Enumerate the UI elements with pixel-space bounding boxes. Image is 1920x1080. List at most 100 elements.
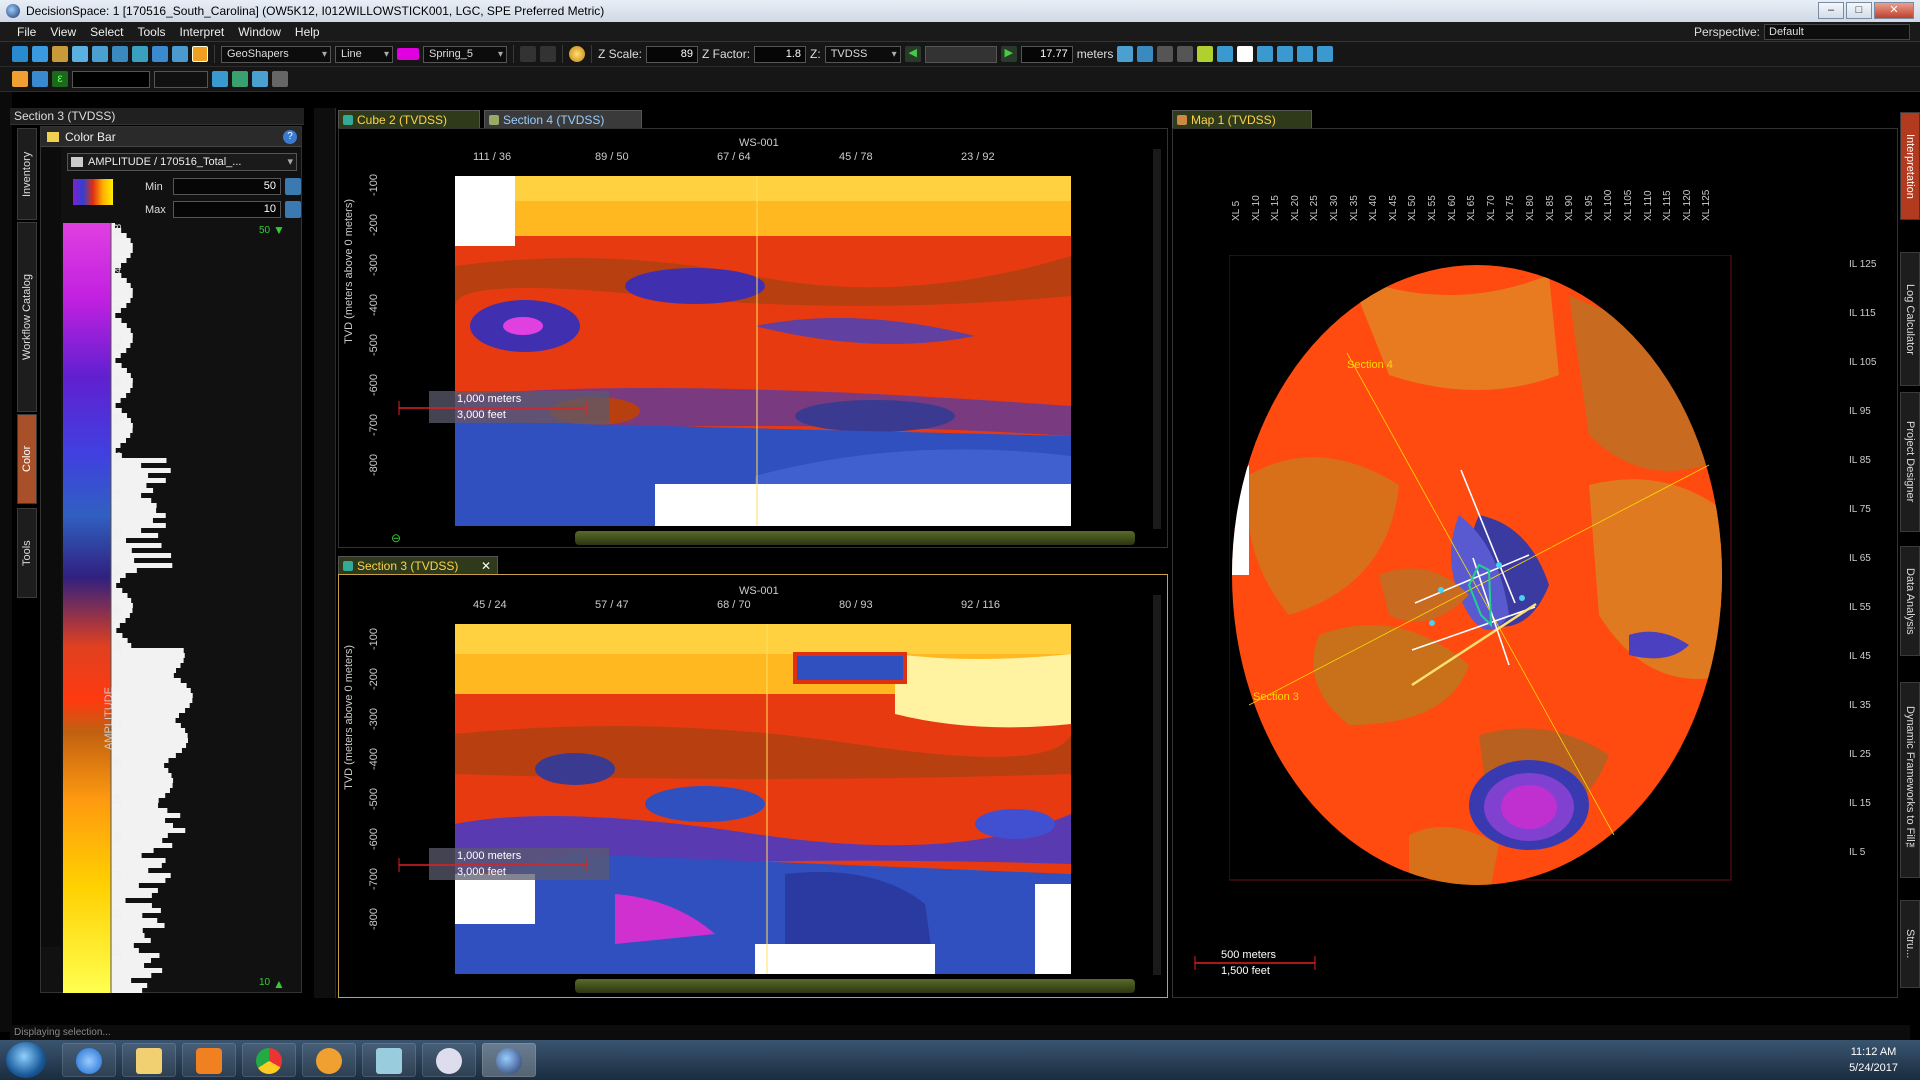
menu-tools[interactable]: Tools xyxy=(131,25,173,39)
tab-inventory[interactable]: Inventory xyxy=(17,128,37,220)
colorbar-header: Color Bar ? xyxy=(41,127,301,147)
tab-section3[interactable]: Section 3 (TVDSS) ✕ xyxy=(338,556,498,574)
spring-select[interactable]: Spring_5 xyxy=(423,45,507,63)
help-icon[interactable]: ? xyxy=(283,130,297,144)
zfactor-input[interactable]: 1.8 xyxy=(754,45,807,63)
close-button[interactable]: ✕ xyxy=(1874,2,1914,19)
tab-workflow-catalog[interactable]: Workflow Catalog xyxy=(17,222,37,412)
play-forward-icon[interactable]: ▶ xyxy=(1000,46,1017,62)
slider-track[interactable] xyxy=(924,45,997,63)
tab-map1[interactable]: Map 1 (TVDSS) xyxy=(1172,110,1312,128)
tab-project-designer[interactable]: Project Designer xyxy=(1900,392,1920,532)
mail-icon[interactable] xyxy=(172,46,188,62)
zoom-out-icon[interactable]: ⊖ xyxy=(391,531,401,545)
tab-dynamic-frameworks[interactable]: Dynamic Frameworks to Fill™ xyxy=(1900,682,1920,878)
grid-icon[interactable] xyxy=(1317,46,1334,62)
taskbar-media[interactable] xyxy=(182,1043,236,1077)
zoom-icon[interactable] xyxy=(112,46,128,62)
bottom-vscroll[interactable] xyxy=(1153,595,1161,975)
tab-data-analysis[interactable]: Data Analysis xyxy=(1900,546,1920,656)
top-marker-icon[interactable]: ▼ xyxy=(273,223,285,237)
sun-icon[interactable] xyxy=(569,46,585,62)
top-vscroll[interactable] xyxy=(1153,149,1161,529)
tab-color[interactable]: Color xyxy=(17,414,37,504)
redo-icon[interactable] xyxy=(540,46,556,62)
cascade-icon[interactable] xyxy=(1257,46,1274,62)
menu-window[interactable]: Window xyxy=(231,25,288,39)
tab-cube2[interactable]: Cube 2 (TVDSS) xyxy=(338,110,480,128)
taskbar-chrome[interactable] xyxy=(242,1043,296,1077)
section4-view[interactable]: WS-001 111 / 36 89 / 50 67 / 64 45 / 78 23 /… xyxy=(338,128,1168,548)
geoshapers-select[interactable]: GeoShapers xyxy=(221,45,331,63)
axis-icon[interactable] xyxy=(232,71,248,87)
flag-icon[interactable] xyxy=(1177,46,1194,62)
bookmark-icon[interactable] xyxy=(1157,46,1174,62)
layout-icon[interactable] xyxy=(132,46,148,62)
document-icon[interactable] xyxy=(1237,46,1254,62)
taskbar-app6[interactable] xyxy=(362,1043,416,1077)
taskbar-ie[interactable] xyxy=(62,1043,116,1077)
close-tab-icon[interactable]: ✕ xyxy=(481,557,491,575)
color-swatch[interactable] xyxy=(397,48,419,60)
max-reset-icon[interactable] xyxy=(285,201,301,218)
tab-log-calculator[interactable]: Log Calculator xyxy=(1900,252,1920,386)
tile-icon[interactable] xyxy=(1277,46,1294,62)
tool-icon[interactable] xyxy=(1197,46,1214,62)
open-icon[interactable] xyxy=(32,46,48,62)
attribute-select[interactable]: AMPLITUDE / 170516_Total_... ▾ xyxy=(67,153,297,171)
pan-icon[interactable] xyxy=(92,46,108,62)
list-icon[interactable] xyxy=(272,71,288,87)
range-slider[interactable] xyxy=(154,70,208,88)
line-select[interactable]: Line xyxy=(335,45,393,63)
minimize-button[interactable]: – xyxy=(1818,2,1844,19)
epsilon-icon[interactable]: ε xyxy=(52,71,68,87)
z-domain-select[interactable]: TVDSS xyxy=(824,45,901,63)
bottom-marker-icon[interactable]: ▲ xyxy=(273,977,285,991)
distance-input[interactable]: 17.77 xyxy=(1020,45,1073,63)
link-icon[interactable] xyxy=(1217,46,1234,62)
measure-icon[interactable] xyxy=(32,71,48,87)
min-reset-icon[interactable] xyxy=(285,178,301,195)
taskbar-paint[interactable] xyxy=(422,1043,476,1077)
menu-interpret[interactable]: Interpret xyxy=(173,25,232,39)
new-icon[interactable] xyxy=(12,46,28,62)
menu-view[interactable]: View xyxy=(43,25,83,39)
perspective-select[interactable]: Default xyxy=(1764,24,1910,40)
top-hscroll[interactable] xyxy=(575,531,1135,545)
pencil-icon[interactable] xyxy=(192,46,208,62)
taskbar-explorer[interactable] xyxy=(122,1043,176,1077)
nav-icon[interactable] xyxy=(1137,46,1154,62)
view-icon[interactable] xyxy=(72,46,88,62)
undo-icon[interactable] xyxy=(520,46,536,62)
menu-file[interactable]: File xyxy=(10,25,43,39)
clock[interactable]: 11:12 AM 5/24/2017 xyxy=(1849,1044,1898,1076)
menu-select[interactable]: Select xyxy=(83,25,130,39)
taskbar-app5[interactable] xyxy=(302,1043,356,1077)
media-icon xyxy=(196,1048,222,1074)
home-icon[interactable] xyxy=(1117,46,1134,62)
taskbar-decisionspace[interactable] xyxy=(482,1043,536,1077)
crosshair-icon[interactable] xyxy=(212,71,228,87)
section3-view[interactable]: WS-001 45 / 24 57 / 47 68 / 70 80 / 93 92 / … xyxy=(338,574,1168,998)
maximize-button[interactable]: □ xyxy=(1846,2,1872,19)
pick-icon[interactable] xyxy=(12,71,28,87)
window-icon[interactable] xyxy=(152,46,168,62)
value-input[interactable] xyxy=(72,70,150,88)
tab-tools[interactable]: Tools xyxy=(17,508,37,598)
colormap-swatch-icon[interactable] xyxy=(73,179,113,205)
play-back-icon[interactable]: ◀ xyxy=(904,46,921,62)
chart-icon[interactable] xyxy=(252,71,268,87)
min-input[interactable]: 50 xyxy=(173,178,281,195)
max-input[interactable]: 10 xyxy=(173,201,281,218)
bottom-hscroll[interactable] xyxy=(575,979,1135,993)
tab-interpretation[interactable]: Interpretation xyxy=(1900,112,1920,220)
tab-structure[interactable]: Stru... xyxy=(1900,900,1920,988)
tab-section4[interactable]: Section 4 (TVDSS) xyxy=(484,110,642,128)
x-tick-label: 89 / 50 xyxy=(595,151,629,163)
split-icon[interactable] xyxy=(1297,46,1314,62)
save-icon[interactable] xyxy=(52,46,68,62)
start-button[interactable] xyxy=(6,1042,46,1078)
map1-view[interactable]: XL 5 XL 10 XL 15 XL 20 XL 25 XL 30 XL 35 XL 40 X… xyxy=(1172,128,1898,998)
zscale-input[interactable]: 89 xyxy=(646,45,699,63)
menu-help[interactable]: Help xyxy=(288,25,327,39)
